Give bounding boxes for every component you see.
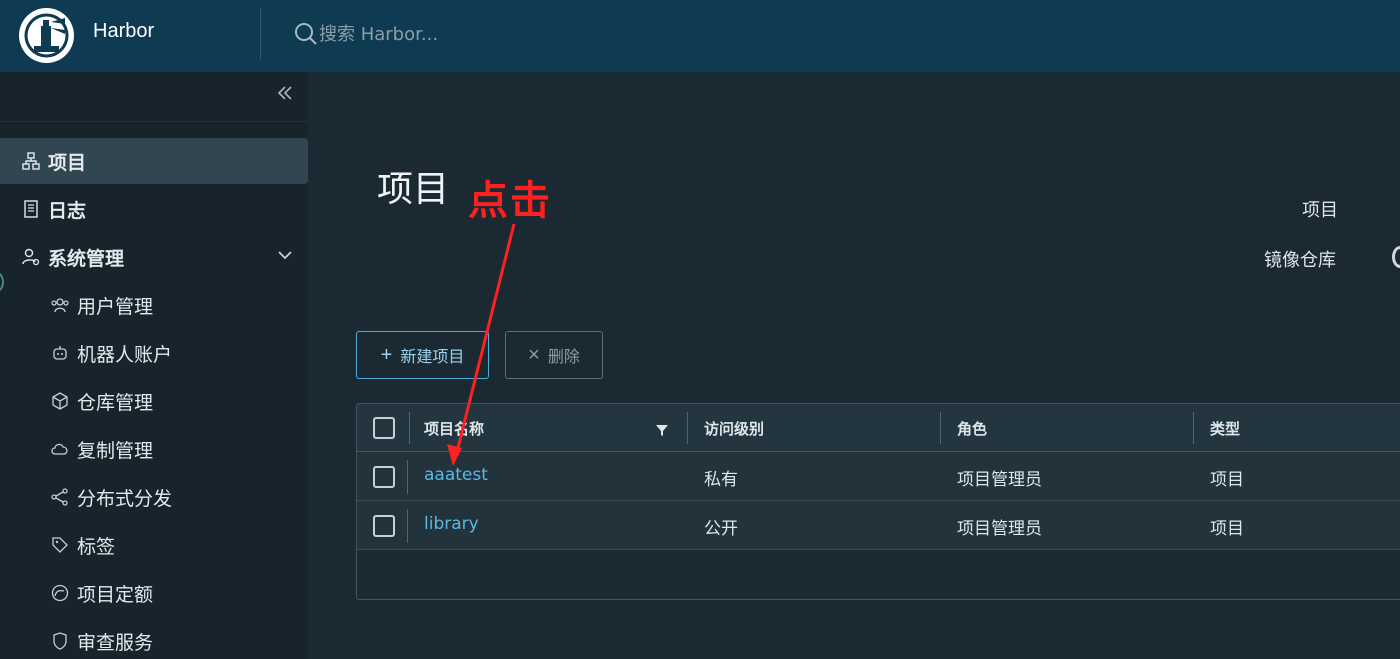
plus-icon: + xyxy=(380,343,393,366)
column-separator xyxy=(409,412,410,444)
table-header: 项目名称 访问级别 角色 类型 xyxy=(357,404,1400,452)
project-name-link[interactable]: library xyxy=(424,514,479,534)
sidebar-item-robots[interactable]: 机器人账户 xyxy=(0,330,308,376)
users-icon xyxy=(49,294,71,316)
row-checkbox[interactable] xyxy=(373,466,395,488)
role: 项目管理员 xyxy=(957,519,1042,539)
top-header: Harbor xyxy=(0,0,1400,72)
sidebar-item-label: 机器人账户 xyxy=(77,343,173,366)
header-divider xyxy=(260,8,261,60)
delete-label: 删除 xyxy=(547,349,580,366)
sidebar-item-distribution[interactable]: 分布式分发 xyxy=(0,474,308,520)
select-all-checkbox[interactable] xyxy=(373,417,395,439)
column-separator xyxy=(407,509,408,543)
page-title: 项目 xyxy=(377,169,450,210)
chevron-down-icon[interactable] xyxy=(276,246,294,269)
robot-icon xyxy=(49,342,71,364)
search-input[interactable] xyxy=(319,18,719,50)
column-header-access[interactable]: 访问级别 xyxy=(704,418,764,439)
sidebar-item-logs[interactable]: 日志 xyxy=(0,186,308,232)
column-separator[interactable] xyxy=(1193,412,1194,444)
quota-icon xyxy=(49,582,71,604)
column-header-role[interactable]: 角色 xyxy=(957,418,987,439)
sidebar: 项目 日志 系统管理 用户管理 机器人账户 仓库管理 复制管理 分布式分发 标签… xyxy=(0,72,308,659)
column-separator[interactable] xyxy=(940,412,941,444)
table-row[interactable]: library 公开 项目管理员 项目 xyxy=(357,501,1400,550)
sidebar-item-label: 标签 xyxy=(77,535,116,558)
filter-icon[interactable] xyxy=(655,422,669,436)
close-icon: × xyxy=(528,343,540,366)
sidebar-item-label: 日志 xyxy=(48,199,87,222)
project-icon xyxy=(20,150,42,172)
column-separator xyxy=(407,460,408,494)
sidebar-item-label: 项目 xyxy=(48,151,87,174)
column-separator[interactable] xyxy=(687,412,688,444)
delete-button[interactable]: × 删除 xyxy=(505,331,603,379)
registry-icon xyxy=(49,390,71,412)
harbor-logo[interactable] xyxy=(19,8,74,63)
table-row[interactable]: aaatest 私有 项目管理员 项目 xyxy=(357,452,1400,501)
log-icon xyxy=(20,198,42,220)
access-level: 私有 xyxy=(704,470,738,490)
double-chevron-left-icon xyxy=(277,86,292,100)
type: 项目 xyxy=(1210,519,1244,539)
stat-value-indicator xyxy=(1392,246,1400,268)
admin-icon xyxy=(20,246,42,268)
new-project-label: 新建项目 xyxy=(400,349,465,366)
sidebar-item-quotas[interactable]: 项目定额 xyxy=(0,570,308,616)
shield-icon xyxy=(49,630,71,652)
brand-name: Harbor xyxy=(93,20,155,42)
annotation-text: 点击 xyxy=(468,178,552,224)
access-level: 公开 xyxy=(704,519,738,539)
sidebar-item-label: 审查服务 xyxy=(77,631,154,654)
collapse-sidebar-button[interactable] xyxy=(270,84,300,110)
search-icon[interactable] xyxy=(293,21,319,47)
sidebar-item-replications[interactable]: 复制管理 xyxy=(0,426,308,472)
column-header-name[interactable]: 项目名称 xyxy=(424,418,484,439)
replication-icon xyxy=(49,438,71,460)
row-checkbox[interactable] xyxy=(373,515,395,537)
role: 项目管理员 xyxy=(957,470,1042,490)
share-icon xyxy=(49,486,71,508)
tag-icon xyxy=(49,534,71,556)
sidebar-item-registries[interactable]: 仓库管理 xyxy=(0,378,308,424)
type: 项目 xyxy=(1210,470,1244,490)
sidebar-item-users[interactable]: 用户管理 xyxy=(0,282,308,328)
sidebar-item-label: 用户管理 xyxy=(77,295,154,318)
sidebar-item-label: 系统管理 xyxy=(48,247,125,270)
column-header-type[interactable]: 类型 xyxy=(1210,418,1240,439)
sidebar-item-interrogation[interactable]: 审查服务 xyxy=(0,618,308,659)
sidebar-item-label: 分布式分发 xyxy=(77,487,173,510)
sidebar-divider xyxy=(0,121,308,122)
sidebar-item-labels[interactable]: 标签 xyxy=(0,522,308,568)
sidebar-item-label: 复制管理 xyxy=(77,439,154,462)
stat-label-repositories: 镜像仓库 xyxy=(1264,250,1336,271)
sidebar-item-admin[interactable]: 系统管理 xyxy=(0,234,308,280)
new-project-button[interactable]: + 新建项目 xyxy=(356,331,489,379)
sidebar-item-label: 仓库管理 xyxy=(77,391,154,414)
sidebar-item-label: 项目定额 xyxy=(77,583,154,606)
projects-table: 项目名称 访问级别 角色 类型 aaatest 私有 项目管理员 项目 libr… xyxy=(356,403,1400,600)
project-name-link[interactable]: aaatest xyxy=(424,465,488,485)
stat-label-projects: 项目 xyxy=(1302,200,1338,221)
sidebar-item-projects[interactable]: 项目 xyxy=(0,138,308,184)
